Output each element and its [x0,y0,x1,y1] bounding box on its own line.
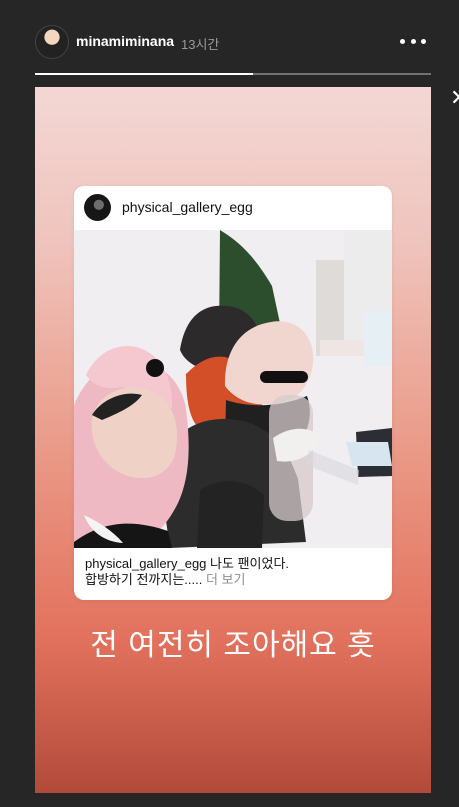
close-icon[interactable]: ✕ [450,87,459,109]
shared-post-avatar[interactable] [84,194,111,221]
username[interactable]: minamiminana [76,33,174,49]
shared-post-username[interactable]: physical_gallery_egg [122,199,253,215]
story-progress-bar [35,73,431,75]
caption-username[interactable]: physical_gallery_egg [85,556,206,571]
story-progress-fill [35,73,253,75]
user-avatar[interactable] [35,25,69,59]
story-text-overlay: 전 여전히 조아해요 흣 [90,629,376,662]
shared-post-card[interactable]: physical_gallery_egg physical_gallery_eg… [74,186,392,600]
shared-post-image[interactable] [74,230,392,548]
story-content[interactable]: physical_gallery_egg physical_gallery_eg… [35,87,431,793]
shared-post-header: physical_gallery_egg [74,186,392,230]
caption-line-2: 합방하기 전까지는..... [85,572,203,587]
story-header: minamiminana 13시간 [0,0,459,80]
more-link[interactable]: 더 보기 [202,572,246,587]
shared-post-caption: physical_gallery_egg 나도 팬이었다. 합방하기 전까지는.… [85,556,385,588]
caption-text: 나도 팬이었다. [206,556,290,571]
more-options-icon[interactable] [400,31,426,51]
post-time: 13시간 [181,37,220,52]
post-photo-illustration [74,230,392,548]
